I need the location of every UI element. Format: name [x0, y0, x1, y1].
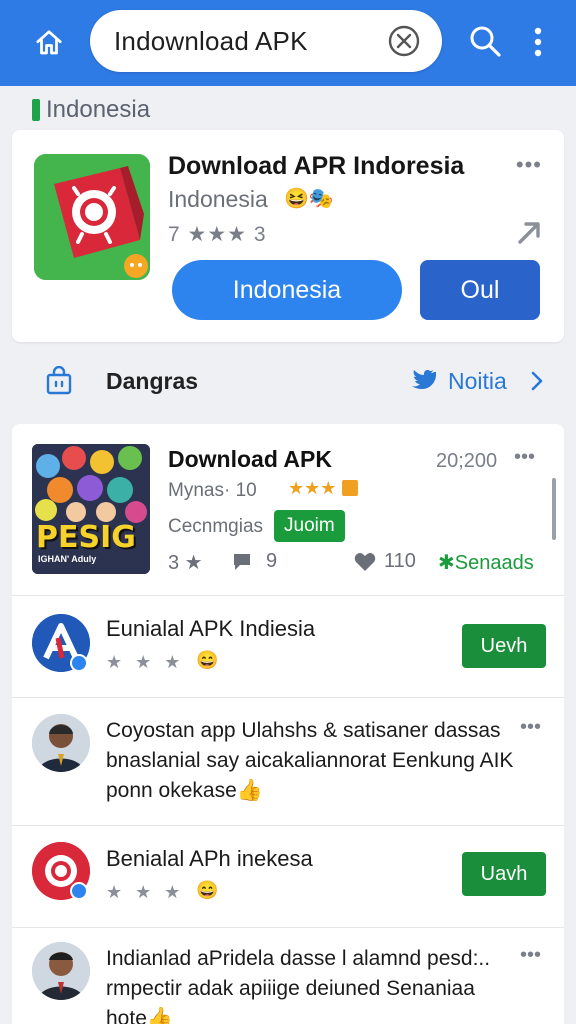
list-item[interactable]: Eunialal APK Indiesia ★ ★ ★ 😄 Uevh: [12, 596, 564, 698]
region-text: Indonesia: [46, 96, 151, 123]
stat-rating: 3 ★: [168, 552, 203, 574]
rating-stars: ★★★: [288, 478, 337, 498]
user-avatar: [32, 714, 90, 772]
get-button[interactable]: Uavh: [462, 852, 546, 896]
heart-icon: [354, 553, 376, 571]
home-button[interactable]: [28, 22, 70, 64]
featured-app-emoji: 😆🎭: [284, 188, 334, 210]
app-stats: 3 ★ 9 110 ✱Senaads: [168, 550, 548, 576]
home-icon: [36, 30, 62, 55]
review-line-1: Indianlad aPridela dasse l alamnd pesd:.…: [106, 947, 491, 970]
more-options-icon[interactable]: •••: [514, 446, 535, 469]
search-field[interactable]: Indownload APK: [90, 10, 442, 72]
chevron-right-icon[interactable]: [530, 370, 544, 392]
open-button[interactable]: Oul: [420, 260, 540, 320]
app-list: PESIG IGHAN' Aduly Download APK 20;200 •…: [12, 424, 564, 1024]
featured-app-icon: [34, 154, 150, 280]
share-arrow-icon[interactable]: [516, 218, 544, 246]
download-count: 20;200: [436, 450, 498, 472]
featured-app-subtitle: Indonesia: [168, 186, 268, 212]
list-item[interactable]: Coyostan app Ulahshs & satisaner dassas …: [12, 698, 564, 826]
shopping-bag-icon: [46, 366, 72, 395]
review-line-3: ponn okekase👍: [106, 779, 263, 802]
list-item[interactable]: Indianlad aPridela dasse l alamnd pesd:.…: [12, 928, 564, 1024]
app-title[interactable]: Eunialal APK Indiesia: [106, 616, 315, 642]
comment-icon: [234, 554, 250, 570]
region-label: Indonesia: [32, 96, 150, 124]
get-button[interactable]: Uevh: [462, 624, 546, 668]
stat-likes: 110: [384, 550, 416, 572]
install-button[interactable]: Indonesia: [172, 260, 402, 320]
review-line-2: rmpectir adak apiiige deiuned Senaniaa: [106, 977, 475, 1000]
clear-search-icon[interactable]: [386, 23, 422, 59]
category-badge[interactable]: Juoim: [274, 510, 345, 542]
top-app-bar: Indownload APK: [0, 0, 576, 86]
more-options-icon[interactable]: •••: [520, 716, 541, 739]
gift-icon: [342, 480, 358, 496]
rating-stars: ★ ★ ★: [106, 652, 185, 672]
thumb-title: PESIG: [36, 520, 136, 555]
verified-badge-icon: [70, 882, 88, 900]
category-label: Dangras: [106, 368, 199, 394]
app-title[interactable]: Benialal APh inekesa: [106, 846, 313, 872]
scrollbar[interactable]: [552, 478, 556, 540]
game-thumbnail: PESIG IGHAN' Aduly: [32, 444, 150, 574]
overflow-menu-icon[interactable]: [522, 22, 554, 62]
bird-icon: [412, 370, 436, 389]
search-input[interactable]: Indownload APK: [114, 26, 308, 57]
featured-more-icon[interactable]: •••: [516, 152, 542, 178]
list-item[interactable]: Benialal APh inekesa ★ ★ ★ 😄 Uavh: [12, 826, 564, 928]
region-accent-bar: [32, 99, 40, 121]
thumb-subtitle: IGHAN' Aduly: [38, 554, 97, 564]
featured-app-card[interactable]: Download APR Indoresia Indonesia 😆🎭 7 ★★…: [12, 130, 564, 342]
search-icon[interactable]: [466, 22, 504, 60]
featured-app-rating: 7 ★★★ 3: [168, 223, 267, 246]
review-line-2: bnaslanial say aicakaliannorat Eenkung A…: [106, 749, 514, 772]
featured-app-title[interactable]: Download APR Indoresia: [168, 152, 464, 181]
category-link[interactable]: Noitia: [448, 368, 507, 395]
stat-tag[interactable]: ✱Senaads: [438, 550, 534, 575]
stat-comments: 9: [266, 550, 278, 572]
review-line-1: Coyostan app Ulahshs & satisaner dassas: [106, 719, 501, 742]
more-options-icon[interactable]: •••: [520, 944, 541, 967]
developer-name: Cecnmgias: [168, 516, 264, 537]
emoji-icon: 😄: [196, 880, 219, 900]
review-line-3: hote👍: [106, 1007, 174, 1024]
category-row[interactable]: Dangras Noitia: [12, 350, 564, 414]
rating-stars: ★ ★ ★: [106, 882, 185, 902]
app-meta: Mynas· 10: [168, 480, 257, 501]
app-title[interactable]: Download APK: [168, 446, 332, 473]
list-item[interactable]: PESIG IGHAN' Aduly Download APK 20;200 •…: [12, 424, 564, 596]
verified-badge-icon: [70, 654, 88, 672]
user-avatar: [32, 942, 90, 1000]
emoji-icon: 😄: [196, 650, 219, 670]
